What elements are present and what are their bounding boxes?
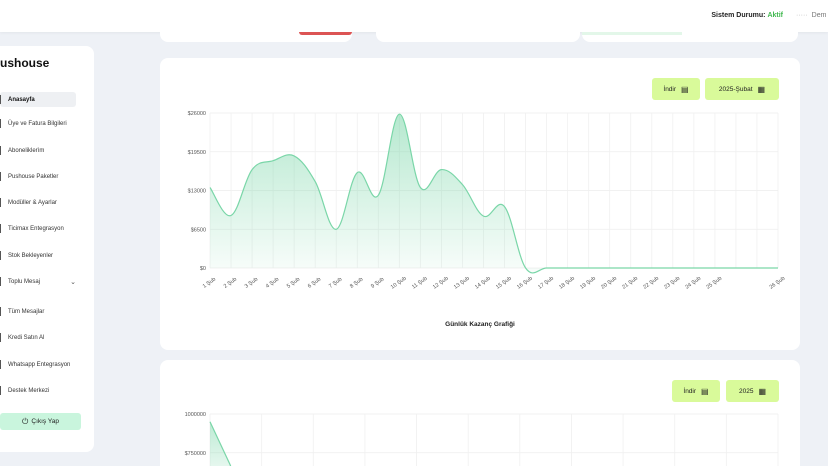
system-status-value: Aktif <box>767 12 783 19</box>
yearly-earnings-chart: 1000000 $750000 <box>185 412 779 466</box>
menu-icon <box>0 146 4 155</box>
yearly-area <box>210 421 231 466</box>
x-tick-label: 23 Şub <box>663 276 681 291</box>
top-bar: Sistem Durumu: Aktif ····· Dem <box>0 0 828 32</box>
sidebar-item[interactable]: Toplu Mesaj ⌄ <box>0 274 76 289</box>
menu-icon <box>0 333 4 342</box>
sidebar-item[interactable]: Aboneliklerìm <box>0 143 76 158</box>
sidebar-item[interactable]: Tüm Mesajlar <box>0 304 76 319</box>
y-tick-label: $0 <box>200 266 206 272</box>
sidebar-item[interactable]: Ticimax Entegrasyon <box>0 221 76 236</box>
menu-icon <box>0 386 4 395</box>
system-status-label: Sistem Durumu: <box>711 12 766 19</box>
earnings-area <box>210 114 778 273</box>
y-tick-label: 1000000 <box>185 412 206 418</box>
chart-title: Günlük Kazanç Grafiği <box>445 321 515 328</box>
x-tick-label: 20 Şub <box>600 276 618 291</box>
y-tick-label: $13000 <box>188 189 206 195</box>
menu-icon <box>0 277 4 286</box>
x-tick-label: 9 Şub <box>370 277 385 290</box>
x-tick-label: 4 Şub <box>265 277 280 290</box>
x-tick-label: 14 Şub <box>474 276 492 291</box>
x-tick-label: 19 Şub <box>579 276 597 291</box>
x-tick-label: 8 Şub <box>349 277 364 290</box>
sidebar-item-label: Destek Merkezi <box>8 387 50 394</box>
daily-earnings-chart: $0 $6500 $13000 $19500 $26000 1 Şub 2 Şub 3 Şub… <box>188 111 787 328</box>
menu-icon <box>0 198 4 207</box>
y-tick-label: $19500 <box>188 150 206 156</box>
sidebar-item-label: Anasayfa <box>8 96 35 103</box>
sidebar-item[interactable]: Pushouse Paketler <box>0 169 76 184</box>
x-tick-label: 25 Şub <box>705 276 723 291</box>
sidebar-item[interactable]: Kredi Satın Al <box>0 330 76 345</box>
sidebar-item-label: Aboneliklerìm <box>8 147 45 154</box>
logout-label: Çıkış Yap <box>31 418 59 425</box>
x-tick-label: 13 Şub <box>453 276 471 291</box>
menu-icon <box>0 251 4 260</box>
x-tick-label: 2 Şub <box>223 277 238 290</box>
y-tick-label: $750000 <box>185 451 206 457</box>
x-tick-label: 15 Şub <box>495 276 513 291</box>
x-tick-label: 11 Şub <box>411 276 428 291</box>
daily-earnings-card: İndir ▤ 2025-Şubat ▦ $0 $6500 $13000 $19500… <box>160 58 800 350</box>
demo-label: Dem <box>811 12 827 19</box>
menu-icon <box>0 119 4 128</box>
sidebar-item-label: Üye ve Fatura Bilgileri <box>8 120 67 127</box>
menu-icon <box>0 224 4 233</box>
sidebar-item[interactable]: Üye ve Fatura Bilgileri <box>0 116 76 131</box>
x-tick-label: 1 Şub <box>202 277 217 290</box>
demo-dots: ····· <box>796 12 808 19</box>
sidebar-item[interactable]: Modüller & Ayarlar <box>0 195 76 210</box>
sidebar-item-label: Whatsapp Entegrasyon <box>8 361 71 368</box>
chevron-down-icon[interactable]: ⌄ <box>70 278 76 286</box>
summary-card-1-red-bar <box>299 32 352 35</box>
sidebar-item[interactable]: Anasayfa <box>0 92 76 107</box>
menu-icon <box>0 172 4 181</box>
x-tick-label: 3 Şub <box>244 277 259 290</box>
summary-card-3-highlight <box>582 32 682 35</box>
x-tick-label: 22 Şub <box>642 276 660 291</box>
menu-icon <box>0 95 4 104</box>
x-tick-label: 24 Şub <box>684 276 702 291</box>
menu-icon <box>0 360 4 369</box>
x-tick-label: 17 Şub <box>537 276 555 291</box>
sidebar-item[interactable]: Destek Merkezi <box>0 383 76 398</box>
sidebar-item-label: Tüm Mesajlar <box>8 308 45 315</box>
x-tick-label: 21 Şub <box>621 276 639 291</box>
x-tick-label: 6 Şub <box>307 277 322 290</box>
system-status: Sistem Durumu: Aktif <box>711 12 783 19</box>
x-tick-label: 12 Şub <box>432 276 450 291</box>
sidebar-item[interactable]: Whatsapp Entegrasyon <box>0 357 76 372</box>
sidebar-item[interactable]: Stok Bekleyenler <box>0 248 76 263</box>
power-icon: ⏻ <box>22 416 29 426</box>
sidebar-item-label: Modüller & Ayarlar <box>8 199 57 206</box>
demo-user-menu[interactable]: ····· Dem <box>796 12 826 19</box>
x-tick-label: 7 Şub <box>328 277 343 290</box>
summary-card-2 <box>376 32 580 42</box>
x-tick-label: 5 Şub <box>286 277 301 290</box>
brand-logo-text: ushouse <box>0 56 50 70</box>
x-tick-label: 10 Şub <box>390 276 408 291</box>
sidebar-item-label: Ticimax Entegrasyon <box>8 225 64 232</box>
sidebar: ushouse Anasayfa Üye ve Fatura Bilgileri A… <box>0 46 94 452</box>
logout-button[interactable]: ⏻ Çıkış Yap <box>0 413 81 430</box>
sidebar-item-label: Stok Bekleyenler <box>8 252 54 259</box>
sidebar-item-label: Kredi Satın Al <box>8 334 45 341</box>
menu-icon <box>0 307 4 316</box>
x-tick-label: 18 Şub <box>558 276 576 291</box>
yearly-earnings-card: İndir ▤ 2025 ▦ 1000000 $750000 <box>160 360 800 466</box>
y-tick-label: $6500 <box>191 227 206 233</box>
y-tick-label: $26000 <box>188 111 206 117</box>
x-tick-label: 26 Şub <box>769 276 787 291</box>
sidebar-item-label: Toplu Mesaj <box>8 278 41 285</box>
sidebar-item-label: Pushouse Paketler <box>8 173 59 180</box>
x-tick-label: 16 Şub <box>516 276 534 291</box>
